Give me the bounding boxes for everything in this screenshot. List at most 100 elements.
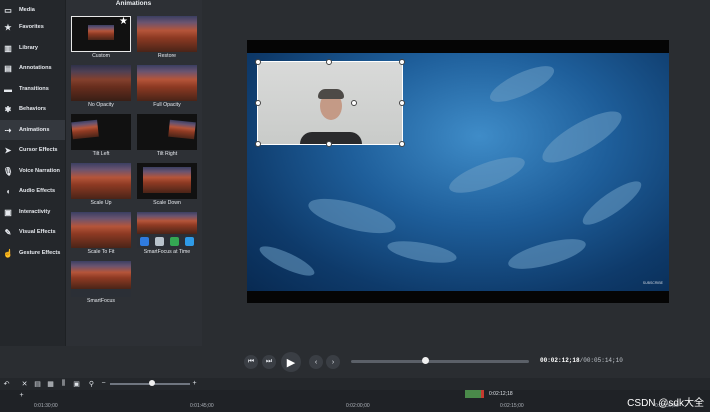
resize-handle[interactable] — [255, 59, 261, 65]
animation-label: Tilt Left — [92, 151, 110, 157]
animation-no-opacity[interactable]: No Opacity — [71, 65, 131, 110]
star-icon: ★ — [4, 22, 12, 32]
resize-handle[interactable] — [255, 100, 261, 106]
gesture-icon: ☝ — [3, 248, 13, 258]
animation-label: Tilt Right — [156, 151, 178, 157]
sidebar-item-label: Audio Effects — [19, 188, 56, 194]
animation-scale-up[interactable]: Scale Up — [71, 163, 131, 208]
step-back-button[interactable]: ⏮ — [244, 355, 258, 369]
camera-icon: ▣ — [73, 380, 80, 388]
cursor-icon: ➤ — [4, 145, 12, 155]
copy-button[interactable]: ▤ — [33, 379, 42, 388]
sidebar-item-interactivity[interactable]: ▣ Interactivity — [0, 202, 65, 222]
play-button[interactable]: ▶ — [281, 352, 301, 372]
step-forward-button[interactable]: ⏭ — [262, 355, 276, 369]
animation-tilt-right[interactable]: Tilt Right — [137, 114, 197, 159]
add-track-button[interactable]: + — [17, 391, 26, 400]
star-icon: ★ — [119, 16, 128, 27]
animation-scale-down[interactable]: Scale Down — [137, 163, 197, 208]
fish — [536, 102, 628, 172]
thumbnail — [137, 16, 197, 52]
thumbnail — [137, 212, 197, 248]
resize-handle[interactable] — [399, 141, 405, 147]
app-icon — [185, 236, 194, 246]
animation-smartfocus-at-time[interactable]: SmartFocus at Time — [137, 212, 197, 257]
snapshot-button[interactable]: ▣ — [72, 379, 81, 388]
sidebar-item-library[interactable]: ▥ Library — [0, 38, 65, 58]
sidebar-item-visual-effects[interactable]: ✎ Visual Effects — [0, 222, 65, 242]
zoom-out-button[interactable]: − — [99, 379, 108, 388]
library-icon: ▥ — [4, 43, 12, 53]
fish — [385, 237, 459, 267]
sidebar-item-cursor-effects[interactable]: ➤ Cursor Effects — [0, 140, 65, 160]
media-icon: ▭ — [4, 5, 12, 15]
fish — [505, 233, 589, 275]
rotate-handle[interactable] — [351, 100, 357, 106]
resize-handle[interactable] — [399, 59, 405, 65]
zoom-knob[interactable] — [148, 380, 155, 386]
paste-button[interactable]: ▦ — [46, 379, 55, 388]
thumbnail — [71, 114, 131, 150]
step-forward-icon: ⏭ — [265, 358, 273, 365]
animation-full-opacity[interactable]: Full Opacity — [137, 65, 197, 110]
thumbnail — [137, 65, 197, 101]
ruler-label: 0:01:45;00 — [190, 403, 214, 409]
sidebar-item-label: Gesture Effects — [19, 250, 61, 256]
resize-handle[interactable] — [326, 59, 332, 65]
animation-tilt-left[interactable]: Tilt Left — [71, 114, 131, 159]
next-button[interactable]: › — [326, 355, 340, 369]
sidebar-item-favorites[interactable]: ★ Favorites — [0, 17, 65, 37]
sidebar-item-label: Annotations — [19, 65, 52, 71]
animation-scale-to-fit[interactable]: Scale To Fit — [71, 212, 131, 257]
zoom-in-button[interactable]: + — [190, 379, 199, 388]
sidebar-item-annotations[interactable]: ▤ Annotations — [0, 58, 65, 78]
fish — [485, 59, 559, 109]
thumbnail — [137, 163, 197, 199]
sidebar-item-audio-effects[interactable]: ◖ Audio Effects — [0, 181, 65, 201]
timecode-total: 00:05:14;10 — [583, 357, 623, 364]
animation-restore[interactable]: Restore — [137, 16, 197, 61]
sidebar-item-voice-narration[interactable]: 🎙 Voice Narration — [0, 161, 65, 181]
split-button[interactable]: ⫼ — [59, 379, 68, 388]
webcam-overlay[interactable] — [257, 61, 403, 145]
scrub-bar[interactable] — [351, 360, 529, 363]
sidebar-item-gesture-effects[interactable]: ☝ Gesture Effects — [0, 243, 65, 263]
sidebar-item-label: Voice Narration — [19, 168, 60, 174]
animation-label: Scale Up — [90, 200, 112, 206]
animation-label: Restore — [157, 53, 177, 59]
sidebar-item-label: Animations — [19, 127, 50, 133]
sidebar-item-behaviors[interactable]: ✱ Behaviors — [0, 99, 65, 119]
step-back-icon: ⏮ — [247, 358, 255, 365]
microphone-icon: 🎙 — [2, 166, 14, 176]
animation-smartfocus[interactable]: SmartFocus — [71, 261, 131, 306]
playhead-marker[interactable] — [481, 390, 484, 398]
ruler-label: 0:01:30;00 — [34, 403, 58, 409]
timecode-current: 00:02:12;18 — [540, 357, 580, 364]
sidebar-item-label: Behaviors — [19, 106, 47, 112]
video-watermark: SUBSCRIBE — [642, 281, 663, 285]
fish — [305, 191, 399, 241]
behaviors-icon: ✱ — [4, 104, 12, 114]
sidebar-item-label: Favorites — [19, 24, 44, 30]
undo-button[interactable]: ↶ — [2, 379, 11, 388]
undo-icon: ↶ — [3, 380, 10, 388]
copy-icon: ▤ — [34, 380, 41, 388]
paste-icon: ▦ — [47, 380, 54, 388]
cut-button[interactable]: ✕ — [20, 379, 29, 388]
resize-handle[interactable] — [399, 100, 405, 106]
animation-label: SmartFocus at Time — [143, 249, 191, 255]
animation-custom[interactable]: ★ Custom — [71, 16, 131, 61]
animation-label: SmartFocus — [87, 298, 115, 304]
sidebar-item-label: Media — [19, 7, 35, 13]
zoom-button[interactable]: ⚲ — [87, 379, 96, 388]
playhead-time: 0:02:12;18 — [489, 391, 513, 397]
fish — [445, 150, 529, 200]
resize-handle[interactable] — [326, 141, 332, 147]
resize-handle[interactable] — [255, 141, 261, 147]
thumbnail — [71, 65, 131, 101]
sidebar-item-animations[interactable]: ⇢ Animations — [0, 120, 65, 140]
sidebar-item-transitions[interactable]: ▬ Transitions — [0, 79, 65, 99]
fish — [256, 241, 318, 281]
hair — [318, 89, 344, 99]
previous-button[interactable]: ‹ — [309, 355, 323, 369]
